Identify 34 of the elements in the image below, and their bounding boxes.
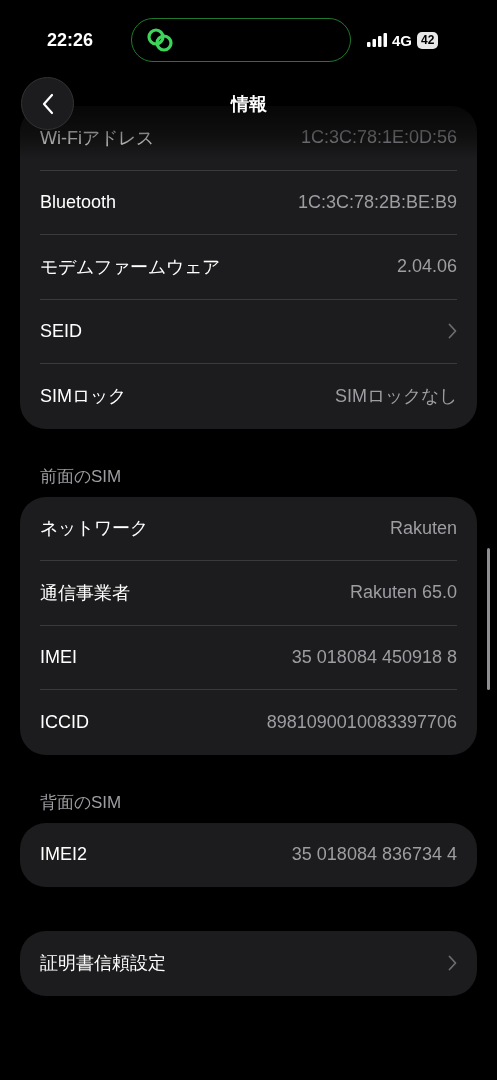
row-value: 35 018084 450918 8: [291, 646, 457, 668]
settings-link-row[interactable]: 証明書信頼設定: [40, 931, 457, 996]
row-value: 1C:3C:78:2B:BE:B9: [297, 191, 457, 213]
section-header: 背面のSIM: [39, 791, 123, 814]
row-label: 通信事業者: [40, 581, 130, 605]
page-title: 情報: [230, 93, 267, 116]
row-value: 2.04.06: [396, 256, 457, 278]
back-icon: [41, 92, 54, 115]
row-value: 8981090010083397706: [266, 711, 457, 733]
status-time: 22:26: [47, 29, 95, 51]
row-value: Rakuten: [389, 517, 457, 539]
battery-level: 42: [417, 31, 439, 49]
section-header: 前面のSIM: [39, 465, 123, 488]
row-value: Rakuten 65.0: [349, 582, 457, 604]
network-type: 4G: [392, 31, 412, 49]
row-label: Wi-Fiアドレス: [40, 126, 154, 150]
row-label: SIMロック: [40, 385, 126, 409]
row-label: IMEI2: [40, 844, 87, 866]
row-label: SEID: [40, 320, 82, 342]
row-value: 1C:3C:78:1E:0D:56: [300, 127, 457, 149]
link-rings-icon: [146, 27, 174, 53]
row-label: 証明書信頼設定: [40, 952, 166, 976]
row-label: IMEI: [40, 646, 77, 668]
back-button[interactable]: [21, 77, 74, 130]
signal-icon: [367, 33, 387, 47]
row-label: Bluetooth: [40, 191, 117, 213]
settings-link-row[interactable]: SEID: [40, 299, 457, 364]
row-label: モデムファームウェア: [40, 255, 220, 279]
row-label: ネットワーク: [40, 517, 148, 541]
row-value: 35 018084 836734 4: [291, 844, 457, 866]
chevron-icon: [448, 955, 457, 972]
row-value: SIMロックなし: [335, 385, 457, 409]
chevron-icon: [448, 323, 457, 340]
row-label: ICCID: [40, 711, 89, 733]
